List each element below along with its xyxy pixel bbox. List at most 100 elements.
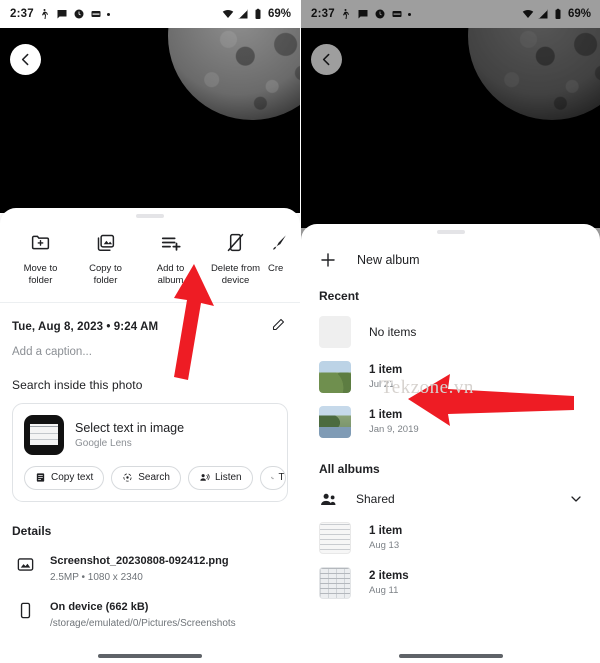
wifi-icon (522, 10, 534, 18)
wallet-icon (91, 11, 101, 17)
recent-section-title: Recent (319, 288, 360, 303)
album-thumbnail (319, 315, 351, 348)
album-row-aug11[interactable]: 2 items Aug 11 (301, 554, 600, 599)
action-move-to-folder[interactable]: Move to folder (8, 230, 73, 287)
photo-info-sheet: Move to folder Copy to folder Add to alb… (0, 208, 300, 663)
right-phone-panel: 2:37 69% New album Recent No items 1 ite… (300, 0, 600, 663)
translate-icon (270, 476, 274, 479)
action-copy-to-folder[interactable]: Copy to folder (73, 230, 138, 287)
pencil-icon (272, 318, 285, 330)
google-lens-card[interactable]: Select text in image Google Lens Copy te… (12, 402, 288, 502)
action-label: Copy to folder (89, 262, 122, 286)
album-row-aug13[interactable]: 1 item Aug 13 (301, 509, 600, 554)
delete-from-device-icon (203, 230, 268, 256)
move-to-folder-icon (8, 230, 73, 256)
detail-row-file[interactable]: Screenshot_20230808-092412.png 2.5MP • 1… (0, 538, 300, 584)
status-bar-left: 2:37 (10, 8, 110, 20)
dot-icon (407, 12, 411, 16)
detail-row-storage[interactable]: On device (662 kB) /storage/emulated/0/P… (0, 584, 300, 630)
album-thumbnail (319, 566, 351, 599)
photo-viewer[interactable] (301, 28, 600, 228)
album-text: 2 items Aug 11 (369, 570, 409, 596)
clock-icon (74, 9, 84, 19)
date-row: Tue, Aug 8, 2023 • 9:24 AM (0, 303, 300, 337)
hiking-icon (342, 9, 349, 19)
message-icon (57, 10, 67, 19)
status-bar-right: 69% (522, 8, 591, 20)
action-label: Add to album (156, 262, 185, 286)
listen-icon (200, 473, 210, 481)
album-row-jan9-2019[interactable]: 1 item Jan 9, 2019 (301, 393, 600, 438)
album-picker-sheet: New album Recent No items 1 item Jul 21 … (301, 224, 600, 663)
wallet-icon (392, 11, 402, 17)
edit-date-button[interactable] (271, 317, 286, 337)
chip-copy-text[interactable]: Copy text (24, 465, 105, 490)
action-label: Move to folder (23, 262, 58, 286)
plus-icon (321, 252, 335, 267)
album-secondary: Aug 11 (369, 584, 399, 596)
message-icon (358, 10, 368, 19)
status-time: 2:37 (311, 8, 335, 20)
add-to-album-icon (138, 230, 203, 256)
home-indicator[interactable] (98, 654, 202, 658)
chevron-down-icon[interactable] (568, 491, 584, 507)
back-arrow-icon (322, 53, 330, 66)
lens-chip-row: Copy text Search Listen T (24, 465, 286, 490)
left-phone-panel: 2:37 69% Move to folder Copy to folder A… (0, 0, 300, 663)
status-bar-right: 69% (222, 8, 291, 20)
album-row-jul21[interactable]: 1 item Jul 21 (301, 348, 600, 393)
album-row-no-items[interactable]: No items (301, 303, 600, 348)
all-albums-section-title: All albums (319, 461, 380, 476)
album-primary: 1 item (369, 408, 403, 421)
home-indicator[interactable] (398, 654, 503, 658)
copy-to-folder-icon (73, 230, 138, 256)
create-brush-icon (268, 230, 300, 256)
battery-icon (255, 8, 261, 19)
album-primary: 2 items (369, 569, 409, 582)
new-album-row[interactable]: New album (301, 234, 600, 269)
shared-label: Shared (356, 492, 395, 506)
details-title: Details (12, 523, 52, 538)
chip-translate[interactable]: T (259, 465, 286, 490)
signal-icon (238, 9, 248, 19)
chip-search[interactable]: Search (111, 465, 181, 490)
chip-label: Listen (214, 472, 242, 483)
lens-section-title: Search inside this photo (12, 377, 143, 392)
album-primary: 1 item (369, 524, 403, 537)
detail-secondary: 2.5MP • 1080 x 2340 (50, 571, 143, 583)
screenshot-root: 2:37 69% Move to folder Copy to folder A… (0, 0, 600, 663)
status-time: 2:37 (10, 8, 34, 20)
battery-icon (555, 8, 561, 19)
people-icon (321, 493, 336, 505)
chip-label: Copy text (51, 472, 94, 483)
wifi-icon (222, 10, 234, 18)
lens-thumbnail (24, 414, 64, 455)
status-bar-left: 2:37 (311, 8, 411, 20)
back-button[interactable] (311, 44, 342, 75)
back-button[interactable] (10, 44, 41, 75)
moon-photo-content (468, 28, 600, 120)
album-thumbnail (319, 521, 351, 554)
chip-listen[interactable]: Listen (187, 465, 253, 490)
action-label: Cre (268, 262, 284, 274)
copy-text-icon (36, 473, 45, 482)
album-secondary: Jan 9, 2019 (369, 423, 419, 435)
action-create[interactable]: Cre (268, 230, 300, 287)
action-row: Move to folder Copy to folder Add to alb… (0, 218, 300, 293)
action-label: Delete from device (210, 262, 261, 286)
action-delete-from-device[interactable]: Delete from device (203, 230, 268, 287)
detail-text: On device (662 kB) /storage/emulated/0/P… (50, 600, 236, 630)
new-album-label: New album (357, 252, 420, 267)
lens-card-header: Select text in image Google Lens (24, 414, 276, 455)
image-icon (16, 554, 36, 579)
action-add-to-album[interactable]: Add to album (138, 230, 203, 287)
photo-viewer[interactable] (0, 28, 300, 213)
hiking-icon (41, 9, 48, 19)
shared-albums-row[interactable]: Shared (301, 476, 600, 509)
caption-input[interactable]: Add a caption... (0, 337, 300, 358)
moon-photo-content (168, 28, 300, 120)
album-text: 1 item Jan 9, 2019 (369, 409, 419, 435)
album-thumbnail (319, 405, 351, 438)
battery-percent: 69% (567, 8, 591, 20)
photo-date: Tue, Aug 8, 2023 • 9:24 AM (12, 320, 159, 333)
